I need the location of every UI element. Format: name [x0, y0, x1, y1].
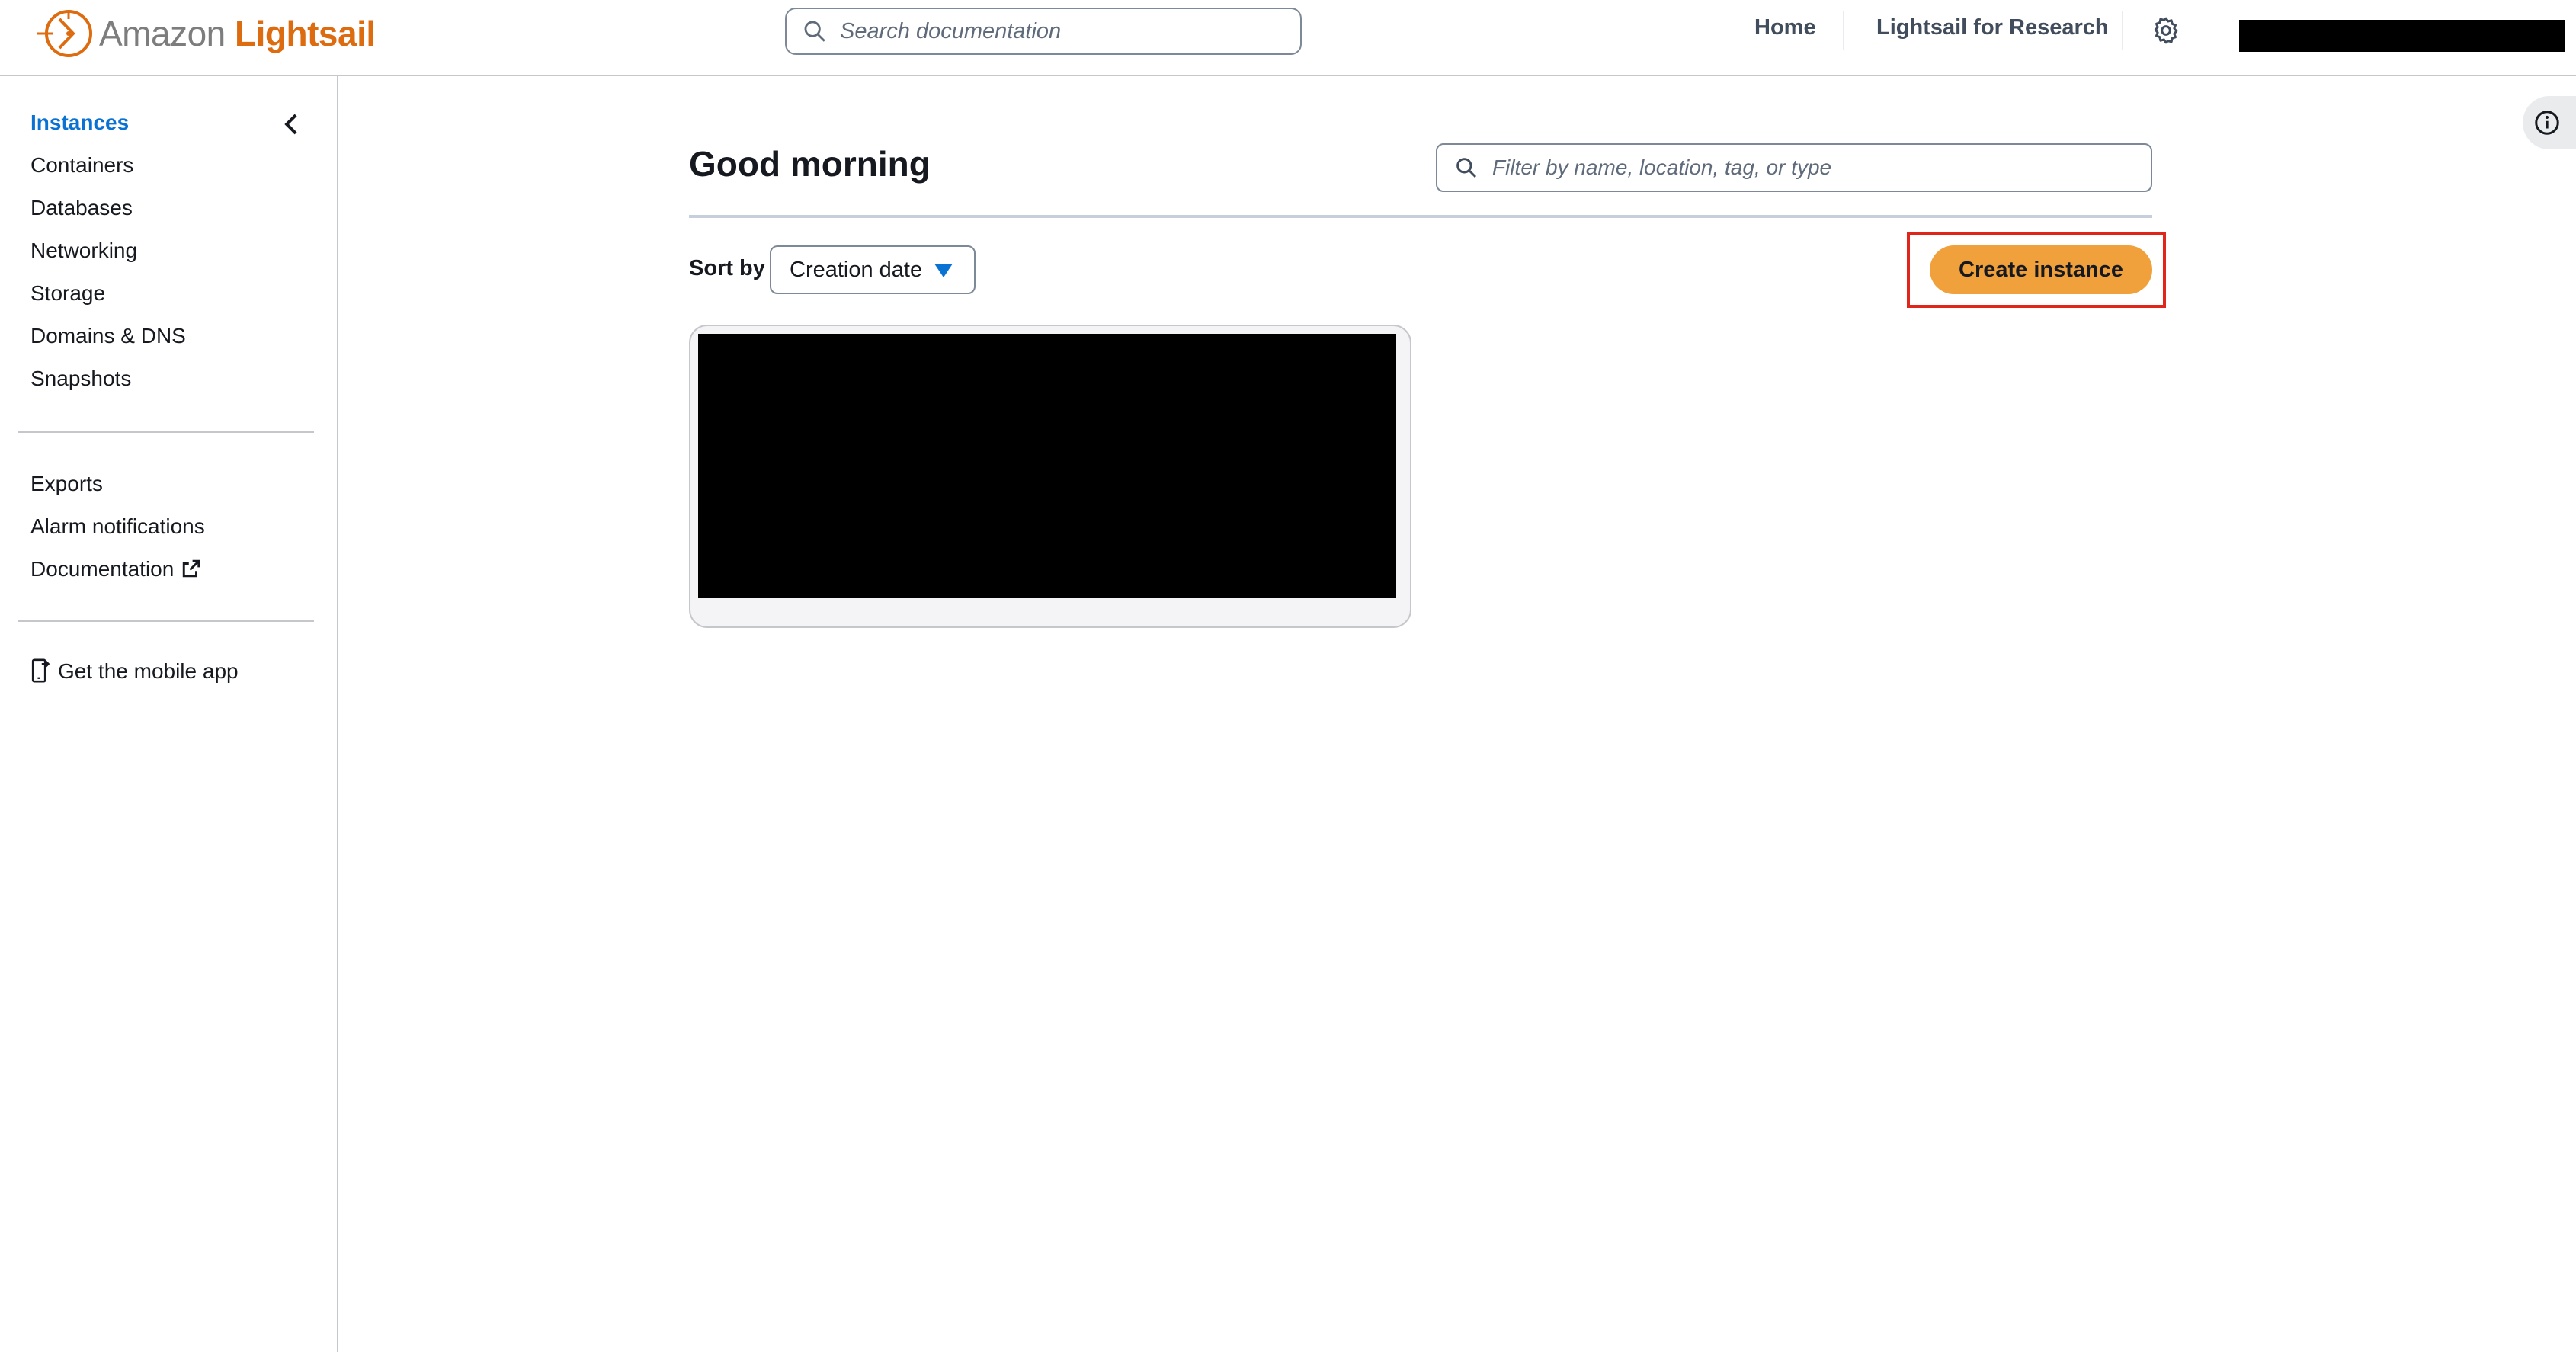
lightsail-logo-icon: [37, 10, 92, 57]
settings-gear-icon[interactable]: [2151, 15, 2181, 46]
side-navigation: Instances Containers Databases Networkin…: [0, 76, 338, 1352]
nav-research-link[interactable]: Lightsail for Research: [1876, 15, 2109, 40]
create-instance-button[interactable]: Create instance: [1930, 245, 2152, 294]
nav-divider: [1843, 11, 1844, 50]
search-icon: [804, 21, 825, 42]
sidebar-item-mobile-app-label: Get the mobile app: [58, 659, 239, 683]
sidebar-item-snapshots[interactable]: Snapshots: [30, 366, 131, 392]
collapse-sidebar-icon[interactable]: [280, 111, 303, 137]
account-menu-redacted[interactable]: [2239, 20, 2565, 52]
mobile-phone-icon: [31, 658, 50, 683]
sidebar-item-exports[interactable]: Exports: [30, 471, 103, 497]
instance-filter: [1436, 143, 2152, 192]
info-panel-toggle[interactable]: [2523, 96, 2576, 149]
search-icon: [1456, 158, 1477, 178]
sort-by-label: Sort by: [689, 256, 765, 280]
sidebar-item-databases[interactable]: Databases: [30, 195, 133, 221]
documentation-search: [785, 8, 1302, 55]
sidebar-item-containers[interactable]: Containers: [30, 152, 133, 178]
header-divider: [689, 215, 2152, 218]
logo-text-amazon: Amazon: [99, 14, 226, 53]
documentation-search-input[interactable]: [838, 18, 1268, 45]
page-title-greeting: Good morning: [689, 144, 931, 184]
instance-filter-input[interactable]: [1491, 155, 2134, 181]
sort-by-select[interactable]: Creation date: [770, 245, 976, 294]
nav-divider: [2122, 11, 2123, 50]
sidebar-item-mobile-app[interactable]: Get the mobile app: [30, 658, 239, 684]
sidebar-item-alarm-notifications[interactable]: Alarm notifications: [30, 514, 205, 540]
sidebar-divider: [18, 431, 314, 433]
top-navigation-bar: Amazon Lightsail Home Lightsail for Rese…: [0, 0, 2576, 76]
sidebar-item-documentation[interactable]: Documentation: [30, 556, 201, 582]
info-icon: [2535, 111, 2559, 135]
caret-down-icon: [934, 264, 953, 277]
instance-card[interactable]: [689, 325, 1411, 628]
external-link-icon: [183, 559, 200, 578]
sidebar-item-domains-dns[interactable]: Domains & DNS: [30, 323, 186, 349]
sidebar-item-networking[interactable]: Networking: [30, 238, 137, 264]
logo-text-lightsail: Lightsail: [235, 14, 376, 53]
nav-home-link[interactable]: Home: [1754, 15, 1816, 40]
sidebar-item-instances[interactable]: Instances: [30, 110, 129, 136]
instance-details-redacted: [698, 334, 1396, 598]
lightsail-logo[interactable]: Amazon Lightsail: [34, 5, 376, 62]
sort-by-value: Creation date: [790, 257, 923, 282]
sidebar-item-documentation-label: Documentation: [30, 557, 175, 581]
sidebar-divider: [18, 620, 314, 622]
sidebar-item-storage[interactable]: Storage: [30, 280, 105, 306]
